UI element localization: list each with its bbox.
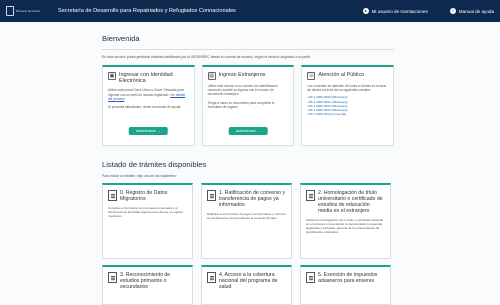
procedures-title: Listado de trámites disponibles [102,160,207,169]
card-note: Si presenta dificultades, revise la secc… [108,105,182,110]
identity-login-card: ▣ Ingresar con Identidad Electrónica Uti… [102,65,195,146]
document-icon [108,190,117,201]
phone-icon: ☏ [307,72,316,80]
contact-item[interactable]: +56 2 2000 0004 (Línea fija) [307,112,388,116]
document-icon [306,272,315,283]
authenticate-button[interactable]: Autenticarse → [129,127,168,135]
user-icon: ● [362,8,369,14]
divider [102,49,394,50]
my-account-link[interactable]: ● Mi usuario de tramitaciones [362,8,428,14]
document-icon [306,190,315,201]
foreigner-login-card: ▤ Ingreso Extranjeros Utilice este acces… [201,65,295,146]
procedure-title: 1. Ratificación de convenio y transferen… [219,190,286,208]
procedure-title: 3. Reconocimiento de estudios primarios … [120,272,171,290]
help-manual-link[interactable]: ? Manual de ayuda [449,8,494,14]
procedure-description: Complete el formulario con los datos per… [108,206,184,218]
welcome-title: Bienvenida [102,34,140,43]
logo-text: Ministerio del Interior [16,9,41,13]
procedure-card[interactable]: 3. Reconocimiento de estudios primarios … [102,265,193,305]
procedure-description: Ratifique la información de pagos ya inf… [207,212,286,220]
card-description: Utilice este portal Clave Única o Clave … [108,88,189,101]
header-actions: ● Mi usuario de tramitaciones ? Manual d… [362,8,494,14]
passport-icon: ▤ [207,72,216,80]
card-title: Ingresar con Identidad Electrónica [119,72,173,85]
procedures-row: 3. Reconocimiento de estudios primarios … [102,265,394,305]
document-icon [207,272,216,283]
help-icon: ? [449,8,456,14]
my-account-label: Mi usuario de tramitaciones [371,8,428,14]
procedure-title: 2. Homologación de título universitario … [318,190,383,214]
procedure-card[interactable]: 1. Ratificación de convenio y transferen… [201,183,292,259]
id-card-icon: ▣ [108,72,116,80]
procedure-description: Solicite la homologación de su título o … [306,218,384,234]
ministry-logo[interactable]: Ministerio del Interior [6,4,46,18]
public-attention-card: ☏ Atención al Público Las consultas se a… [301,65,395,146]
card-description: Utilice este acceso si no cuenta con ide… [207,84,278,97]
procedure-card[interactable]: 2. Homologación de título universitario … [300,183,391,259]
procedure-card[interactable]: 4. Acceso a la cobertura nacional del pr… [201,265,292,305]
login-cards: ▣ Ingresar con Identidad Electrónica Uti… [102,65,395,146]
procedure-card[interactable]: 0. Registro de Datos Migratorios Complet… [102,183,193,259]
help-manual-label: Manual de ayuda [458,8,494,14]
document-icon [108,272,117,283]
app-title: Secretaría de Desarrollo para Repatriado… [58,8,236,14]
card-title: Atención al Público [318,72,365,78]
procedures-row: 0. Registro de Datos Migratorios Complet… [102,183,394,259]
card-note: Tenga a mano su documento para completar… [207,100,275,109]
procedure-title: 0. Registro de Datos Migratorios [120,190,168,202]
card-title: Ingreso Extranjeros [218,72,266,78]
coat-of-arms-icon [6,6,14,16]
procedure-card[interactable]: 5. Exención de impuestos aduaneros para … [300,265,391,305]
contact-list: +56 2 2000 0000 (Whatsapp) +56 2 2000 00… [307,95,388,116]
welcome-intro: En esta sección podrá gestionar trámites… [102,55,311,59]
main-content: Bienvenida En esta sección podrá gestion… [102,26,395,305]
procedure-title: 4. Acceso a la cobertura nacional del pr… [219,272,278,290]
procedures-subtitle: Para iniciar un trámite, elija uno de lo… [102,174,177,178]
top-navigation-bar: Ministerio del Interior Secretaría de De… [0,0,500,22]
document-icon [207,190,216,201]
procedure-title: 5. Exención de impuestos aduaneros para … [318,272,378,284]
card-description: Las consultas se atienden de lunes a vie… [307,84,387,93]
authenticate-button[interactable]: Autenticarse → [228,127,268,135]
